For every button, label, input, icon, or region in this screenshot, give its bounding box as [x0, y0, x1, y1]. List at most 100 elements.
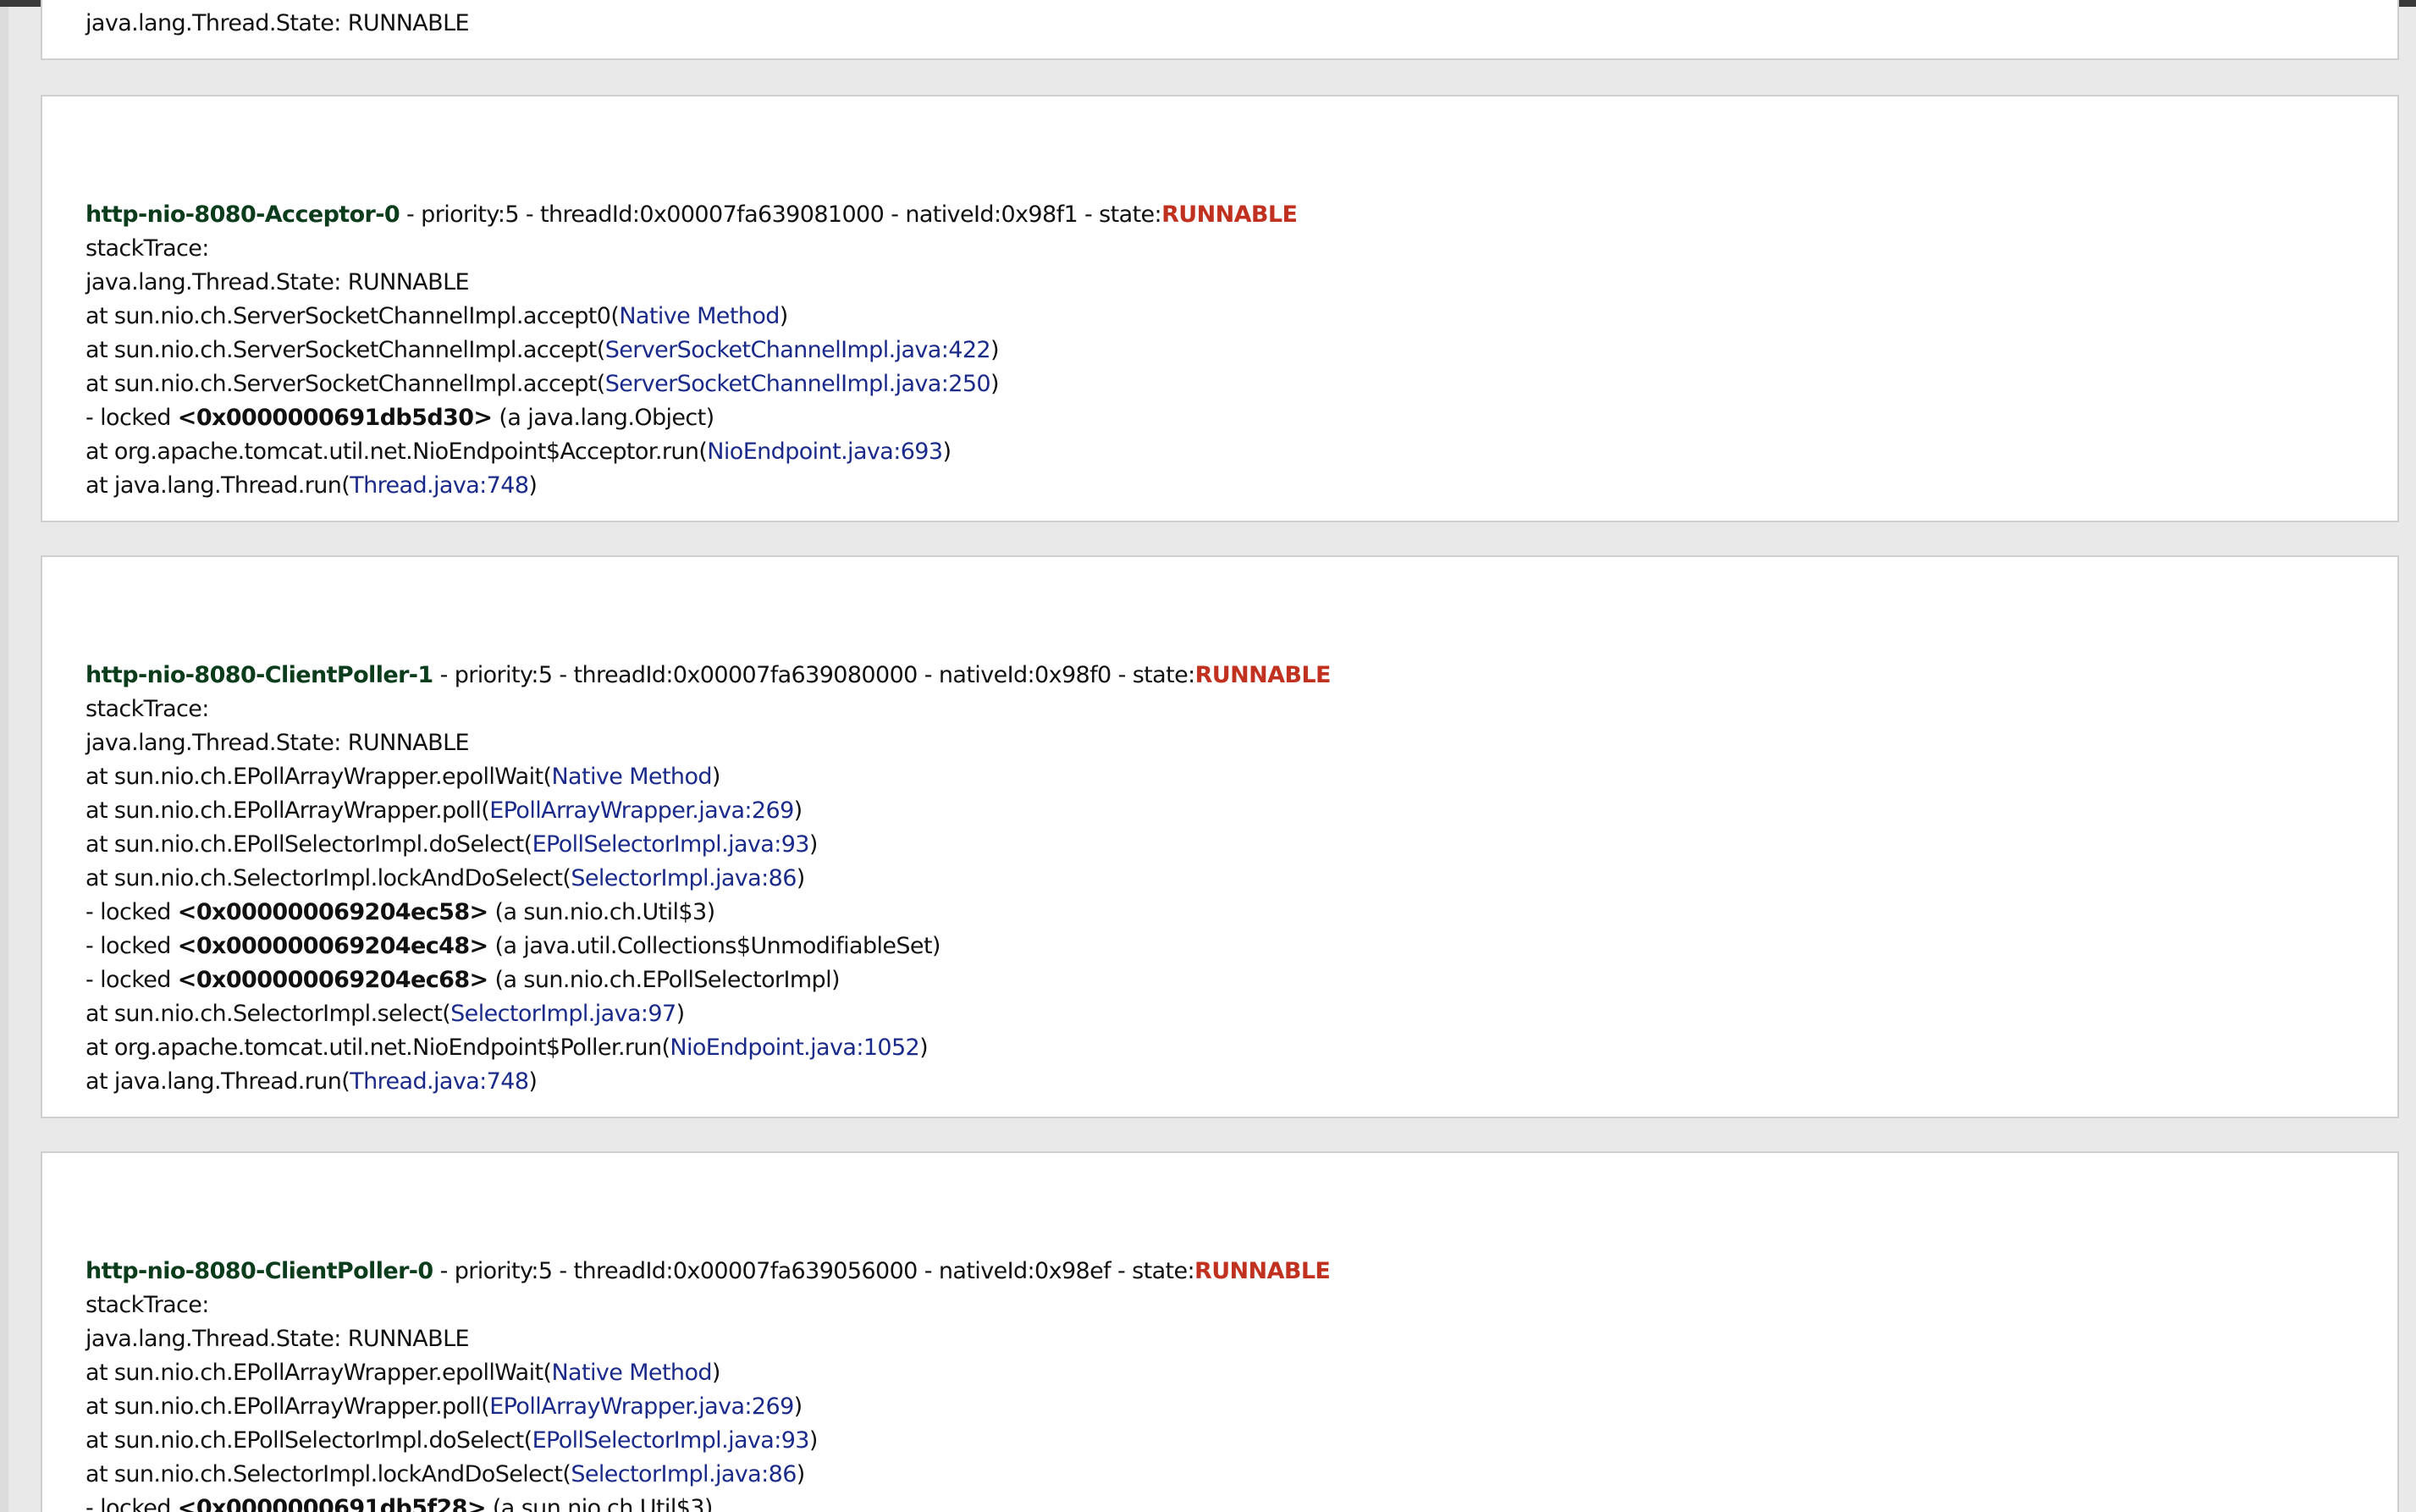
frame-method: at sun.nio.ch.EPollArrayWrapper.epollWai… — [85, 1360, 552, 1386]
lock-address: <0x000000069204ec58> — [177, 899, 488, 925]
frame-source-link[interactable]: Native Method — [551, 764, 712, 790]
frame-method: at sun.nio.ch.EPollSelectorImpl.doSelect… — [85, 831, 532, 858]
frame-suffix: ) — [528, 472, 538, 499]
frame-method: at sun.nio.ch.ServerSocketChannelImpl.ac… — [85, 371, 605, 397]
frame-suffix: ) — [990, 371, 1000, 397]
frame-source-link[interactable]: ServerSocketChannelImpl.java:250 — [605, 371, 991, 397]
lock-prefix: - locked — [85, 967, 178, 993]
thread-header: http-nio-8080-ClientPoller-1 - priority:… — [85, 659, 1331, 693]
thread-state-badge: RUNNABLE — [1161, 201, 1298, 228]
frame-suffix: ) — [793, 797, 803, 824]
stack-frame: at sun.nio.ch.EPollSelectorImpl.doSelect… — [85, 1424, 1330, 1458]
frame-source-link[interactable]: EPollArrayWrapper.java:269 — [489, 1393, 794, 1420]
lock-address: <0x000000069204ec48> — [177, 933, 488, 959]
lock-object: (a sun.nio.ch.Util$3) — [485, 1495, 714, 1512]
frame-source-link[interactable]: EPollSelectorImpl.java:93 — [532, 1427, 810, 1454]
frame-source-link[interactable]: SelectorImpl.java:86 — [571, 1461, 797, 1487]
frame-suffix: ) — [711, 764, 721, 790]
frame-suffix: ) — [808, 831, 819, 858]
stack-frame: at org.apache.tomcat.util.net.NioEndpoin… — [85, 1031, 1331, 1065]
thread-state-line: java.lang.Thread.State: RUNNABLE — [85, 10, 470, 36]
thread-state-badge: RUNNABLE — [1194, 662, 1332, 688]
stack-trace-label: stackTrace: — [85, 1292, 209, 1318]
frame-source-link[interactable]: NioEndpoint.java:693 — [707, 439, 943, 465]
frame-suffix: ) — [990, 337, 1000, 363]
frame-suffix: ) — [779, 303, 789, 329]
frame-suffix: ) — [528, 1068, 538, 1095]
frame-source-link[interactable]: SelectorImpl.java:97 — [450, 1001, 676, 1027]
lock-object: (a sun.nio.ch.EPollSelectorImpl) — [488, 967, 841, 993]
lock-prefix: - locked — [85, 405, 178, 431]
frame-method: at sun.nio.ch.EPollArrayWrapper.poll( — [85, 797, 490, 824]
lock-prefix: - locked — [85, 899, 178, 925]
thread-header: http-nio-8080-Acceptor-0 - priority:5 - … — [85, 198, 1298, 232]
frame-source-link[interactable]: Native Method — [619, 303, 780, 329]
lock-frame: - locked <0x000000069204ec48> (a java.ut… — [85, 930, 1331, 963]
frame-suffix: ) — [942, 439, 952, 465]
thread-state-badge: RUNNABLE — [1194, 1258, 1331, 1284]
thread-name: http-nio-8080-ClientPoller-0 — [85, 1258, 433, 1284]
frame-method: at java.lang.Thread.run( — [85, 472, 350, 499]
page-left-edge — [0, 7, 8, 1512]
frame-method: at org.apache.tomcat.util.net.NioEndpoin… — [85, 439, 708, 465]
stack-frame: at sun.nio.ch.EPollArrayWrapper.poll(EPo… — [85, 1390, 1330, 1424]
frame-source-link[interactable]: EPollSelectorImpl.java:93 — [532, 831, 810, 858]
frame-method: at java.lang.Thread.run( — [85, 1068, 350, 1095]
frame-method: at org.apache.tomcat.util.net.NioEndpoin… — [85, 1035, 670, 1061]
lock-object: (a java.lang.Object) — [492, 405, 714, 431]
frame-method: at sun.nio.ch.SelectorImpl.lockAndDoSele… — [85, 1461, 571, 1487]
frame-method: at sun.nio.ch.ServerSocketChannelImpl.ac… — [85, 337, 605, 363]
frame-method: at sun.nio.ch.EPollSelectorImpl.doSelect… — [85, 1427, 532, 1454]
thread-panel: http-nio-8080-ClientPoller-0 - priority:… — [41, 1151, 2399, 1512]
frame-method: at sun.nio.ch.EPollArrayWrapper.epollWai… — [85, 764, 552, 790]
frame-source-link[interactable]: NioEndpoint.java:1052 — [670, 1035, 919, 1061]
frame-method: at sun.nio.ch.ServerSocketChannelImpl.ac… — [85, 303, 620, 329]
stack-frame: at sun.nio.ch.EPollSelectorImpl.doSelect… — [85, 828, 1331, 862]
stack-frame: at org.apache.tomcat.util.net.NioEndpoin… — [85, 435, 1297, 469]
thread-meta: - priority:5 - threadId:0x00007fa6390560… — [433, 1258, 1195, 1284]
frame-suffix: ) — [919, 1035, 929, 1061]
thread-header: http-nio-8080-ClientPoller-0 - priority:… — [85, 1255, 1331, 1289]
lock-frame: - locked <0x000000069204ec58> (a sun.nio… — [85, 896, 1331, 930]
lock-prefix: - locked — [85, 933, 178, 959]
frame-source-link[interactable]: ServerSocketChannelImpl.java:422 — [605, 337, 991, 363]
stack-frame: at sun.nio.ch.ServerSocketChannelImpl.ac… — [85, 367, 1297, 401]
stack-frame: at java.lang.Thread.run(Thread.java:748) — [85, 469, 1297, 503]
frame-source-link[interactable]: EPollArrayWrapper.java:269 — [489, 797, 794, 824]
frame-source-link[interactable]: Thread.java:748 — [350, 472, 529, 499]
stack-frame: at sun.nio.ch.SelectorImpl.lockAndDoSele… — [85, 862, 1331, 896]
lock-prefix: - locked — [85, 1495, 178, 1512]
lock-object: (a sun.nio.ch.Util$3) — [488, 899, 716, 925]
lock-address: <0x000000069204ec68> — [177, 967, 488, 993]
thread-state-line: java.lang.Thread.State: RUNNABLE — [85, 730, 470, 756]
thread-meta: - priority:5 - threadId:0x00007fa6390800… — [433, 662, 1196, 688]
frame-source-link[interactable]: Thread.java:748 — [350, 1068, 529, 1095]
frame-suffix: ) — [676, 1001, 686, 1027]
frame-suffix: ) — [793, 1393, 803, 1420]
lock-frame: - locked <0x0000000691db5f28> (a sun.nio… — [85, 1492, 1330, 1512]
thread-name: http-nio-8080-ClientPoller-1 — [85, 662, 433, 688]
stack-trace-label: stackTrace: — [85, 235, 209, 262]
lock-frame: - locked <0x0000000691db5d30> (a java.la… — [85, 401, 1297, 435]
thread-state-line: java.lang.Thread.State: RUNNABLE — [85, 269, 470, 295]
stack-frame: at sun.nio.ch.SelectorImpl.lockAndDoSele… — [85, 1458, 1330, 1492]
stack-frame: at sun.nio.ch.EPollArrayWrapper.poll(EPo… — [85, 794, 1331, 828]
frame-source-link[interactable]: Native Method — [551, 1360, 712, 1386]
stack-frame: at java.lang.Thread.run(Thread.java:748) — [85, 1065, 1331, 1099]
lock-object: (a java.util.Collections$UnmodifiableSet… — [488, 933, 941, 959]
stack-frame: at sun.nio.ch.SelectorImpl.select(Select… — [85, 997, 1331, 1031]
lock-address: <0x0000000691db5d30> — [177, 405, 493, 431]
lock-address: <0x0000000691db5f28> — [177, 1495, 487, 1512]
stack-frame: at sun.nio.ch.EPollArrayWrapper.epollWai… — [85, 1356, 1330, 1390]
stack-frame: at sun.nio.ch.EPollArrayWrapper.epollWai… — [85, 760, 1331, 794]
stack-frame: at sun.nio.ch.ServerSocketChannelImpl.ac… — [85, 334, 1297, 367]
frame-method: at sun.nio.ch.SelectorImpl.select( — [85, 1001, 451, 1027]
thread-panel-previous: java.lang.Thread.State: RUNNABLE — [41, 0, 2399, 60]
frame-suffix: ) — [796, 1461, 806, 1487]
frame-source-link[interactable]: SelectorImpl.java:86 — [571, 865, 797, 891]
thread-name: http-nio-8080-Acceptor-0 — [85, 201, 400, 228]
thread-panel: http-nio-8080-Acceptor-0 - priority:5 - … — [41, 95, 2399, 522]
frame-method: at sun.nio.ch.EPollArrayWrapper.poll( — [85, 1393, 490, 1420]
frame-suffix: ) — [796, 865, 806, 891]
thread-meta: - priority:5 - threadId:0x00007fa6390810… — [400, 201, 1162, 228]
